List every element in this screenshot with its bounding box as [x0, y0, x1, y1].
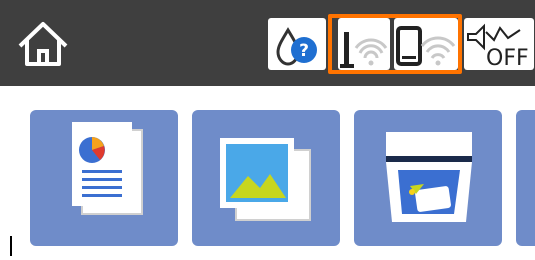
- more-tile[interactable]: [516, 110, 535, 246]
- home-icon: [18, 22, 68, 66]
- photo-icon: [220, 138, 311, 221]
- scan-icon: [386, 132, 472, 222]
- top-status-bar: ? OFF: [0, 0, 535, 86]
- home-button[interactable]: [14, 18, 72, 70]
- copy-tile[interactable]: [30, 110, 178, 246]
- svg-text:?: ?: [299, 41, 309, 61]
- ink-level-icon: ?: [276, 27, 317, 66]
- photo-tile[interactable]: [192, 110, 340, 246]
- ink-level-button[interactable]: ?: [268, 18, 326, 70]
- scroll-edge-line: [10, 236, 12, 256]
- network-status-highlight: [328, 14, 462, 74]
- eco-off-icon: OFF: [467, 23, 529, 70]
- copy-icon: [72, 122, 143, 215]
- eco-off-label: OFF: [486, 46, 529, 70]
- eco-mode-button[interactable]: OFF: [464, 18, 534, 70]
- scan-tile[interactable]: [354, 110, 502, 246]
